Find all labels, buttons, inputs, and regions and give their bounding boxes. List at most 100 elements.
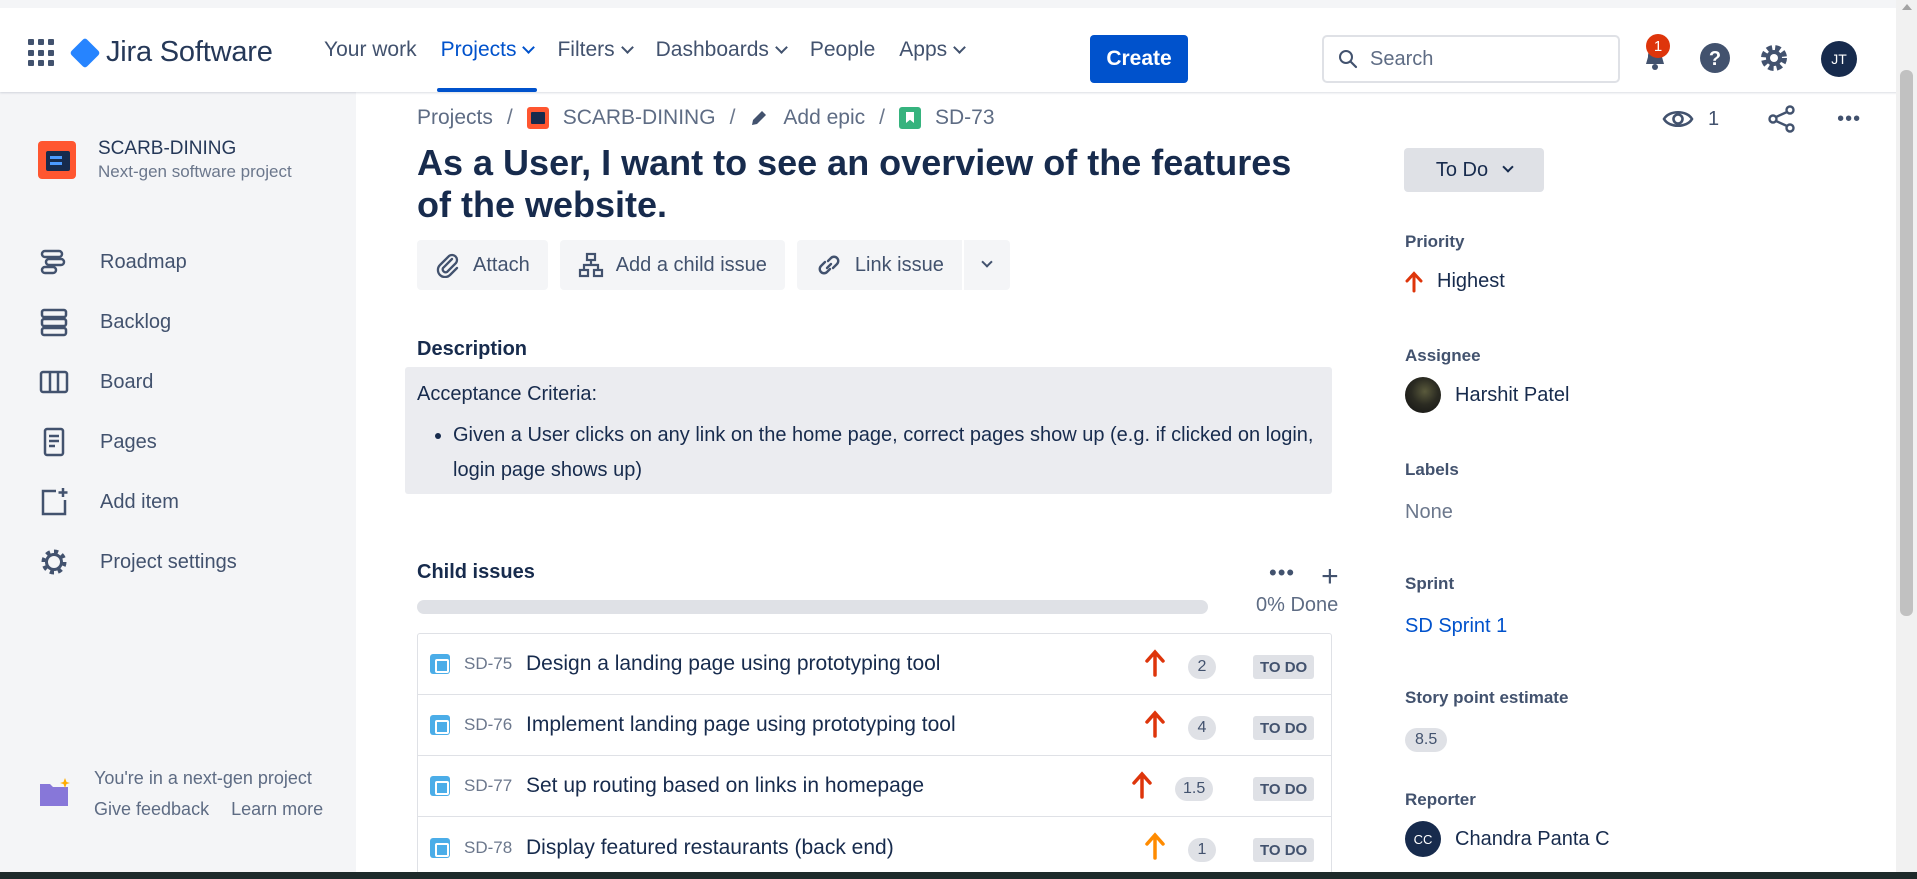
vertical-scrollbar[interactable] [1896,0,1917,879]
add-child-icon[interactable]: + [1321,560,1339,594]
child-issues-list: SD-75 Design a landing page using protot… [417,633,1332,879]
issue-view: Projects / SCARB-DINING / Add epic / SD-… [356,92,1896,879]
status-badge[interactable]: TO DO [1253,655,1315,679]
scrollbar-thumb[interactable] [1900,70,1913,616]
child-issue-row[interactable]: SD-75 Design a landing page using protot… [418,634,1331,695]
user-avatar[interactable]: JT [1821,41,1857,77]
eye-icon[interactable] [1662,107,1694,131]
chevron-down-icon [775,40,788,54]
assignee-value: Harshit Patel [1455,383,1570,406]
watchers-count: 1 [1708,107,1720,130]
main-nav: Your work Projects Filters Dashboards Pe… [312,8,976,92]
status-badge[interactable]: TO DO [1253,777,1315,801]
child-issue-summary[interactable]: Implement landing page using prototyping… [526,713,956,737]
sidebar-item-pages[interactable]: Pages [38,412,237,472]
breadcrumb-projects[interactable]: Projects [417,106,493,130]
sidebar-item-backlog[interactable]: Backlog [38,292,237,352]
app-switcher-icon[interactable] [28,39,56,67]
description-label: Description [417,338,528,360]
link-issue-split-button: Link issue [796,240,1010,290]
sprint-value[interactable]: SD Sprint 1 [1405,615,1507,638]
reporter-avatar: CC [1405,821,1441,857]
nav-label: Your work [324,38,417,61]
breadcrumb-add-epic[interactable]: Add epic [783,106,865,130]
add-child-label: Add a child issue [615,253,767,276]
story-points-value[interactable]: 8.5 [1405,728,1448,752]
status-badge[interactable]: TO DO [1253,716,1315,740]
child-issue-row[interactable]: SD-78 Display featured restaurants (back… [418,817,1331,878]
scroll-up-arrow-icon[interactable] [1902,4,1912,10]
nav-label: Apps [899,38,948,61]
project-header[interactable]: SCARB-DINING Next-gen software project [38,138,292,182]
give-feedback-link[interactable]: Give feedback [94,799,209,820]
next-gen-text: You're in a next-gen project [94,768,312,788]
project-avatar-icon [526,107,549,129]
nav-projects[interactable]: Projects [429,8,546,92]
breadcrumb-project[interactable]: SCARB-DINING [563,106,716,130]
child-progress-text: 0% Done [1256,594,1339,616]
child-issue-key[interactable]: SD-75 [464,654,514,674]
child-issue-row[interactable]: SD-77 Set up routing based on links in h… [418,756,1331,817]
link-issue-label: Link issue [854,253,944,276]
child-issue-summary[interactable]: Design a landing page using prototyping … [526,652,940,676]
backlog-icon [40,308,68,337]
priority-value: Highest [1437,270,1505,292]
child-issue-row[interactable]: SD-76 Implement landing page using proto… [418,695,1331,756]
create-button[interactable]: Create [1090,35,1188,83]
priority-highest-icon [1132,771,1152,799]
labels-label: Labels [1405,460,1459,479]
sidebar-item-add-item[interactable]: Add item [38,472,237,532]
child-issue-key[interactable]: SD-77 [464,776,514,796]
attach-button[interactable]: Attach [417,240,548,290]
project-name: SCARB-DINING [98,138,237,159]
child-issue-key[interactable]: SD-76 [464,715,514,735]
nav-filters[interactable]: Filters [545,8,643,92]
priority-highest-icon [1405,270,1423,292]
reporter-field[interactable]: CC Chandra Panta C [1405,821,1610,857]
child-issue-summary[interactable]: Display featured restaurants (back end) [526,836,894,860]
child-issues-tools: ••• + [1269,560,1339,594]
child-issue-key[interactable]: SD-78 [464,838,514,858]
pages-icon [43,427,65,457]
story-points-badge: 1 [1188,838,1216,862]
add-child-issue-button[interactable]: Add a child issue [559,240,785,290]
learn-more-link[interactable]: Learn more [231,799,323,820]
sidebar-item-label: Add item [100,490,179,513]
sidebar-item-label: Board [100,370,154,393]
sidebar-item-roadmap[interactable]: Roadmap [38,232,237,292]
description-field[interactable]: Acceptance Criteria: Given a User clicks… [405,367,1332,494]
priority-field[interactable]: Highest [1405,270,1505,293]
share-icon[interactable] [1767,104,1797,134]
nav-apps[interactable]: Apps [887,8,976,92]
help-icon[interactable]: ? [1698,41,1732,75]
sidebar-item-label: Pages [100,430,157,453]
status-dropdown[interactable]: To Do [1404,148,1544,192]
nav-label: Dashboards [655,38,769,61]
status-badge[interactable]: TO DO [1253,838,1315,862]
nav-people[interactable]: People [798,8,887,92]
chevron-down-icon [1502,161,1514,173]
subtask-icon [430,654,450,674]
issue-title[interactable]: As a User, I want to see an overview of … [417,142,1317,226]
description-heading: Acceptance Criteria: [417,383,598,405]
assignee-field[interactable]: Harshit Patel [1405,377,1570,413]
nav-your-work[interactable]: Your work [312,8,429,92]
sidebar-item-project-settings[interactable]: Project settings [38,532,237,592]
link-issue-button[interactable]: Link issue [797,240,962,290]
more-actions-dropdown[interactable] [961,240,1010,290]
more-options-icon[interactable]: ••• [1269,560,1295,586]
search-input[interactable] [1370,47,1600,71]
search-box[interactable] [1322,35,1620,83]
sidebar-item-label: Project settings [100,550,237,573]
sidebar-item-board[interactable]: Board [38,352,237,412]
more-options-icon[interactable]: ••• [1837,108,1861,131]
settings-icon[interactable] [1757,41,1791,75]
jira-logo[interactable]: Jira Software [69,36,273,69]
labels-value[interactable]: None [1405,501,1453,524]
nav-dashboards[interactable]: Dashboards [644,8,798,92]
child-issue-summary[interactable]: Set up routing based on links in homepag… [526,774,924,798]
breadcrumb-issue-key[interactable]: SD-73 [935,106,995,130]
board-icon [39,370,69,394]
priority-highest-icon [1145,710,1165,738]
hierarchy-icon [578,252,603,278]
